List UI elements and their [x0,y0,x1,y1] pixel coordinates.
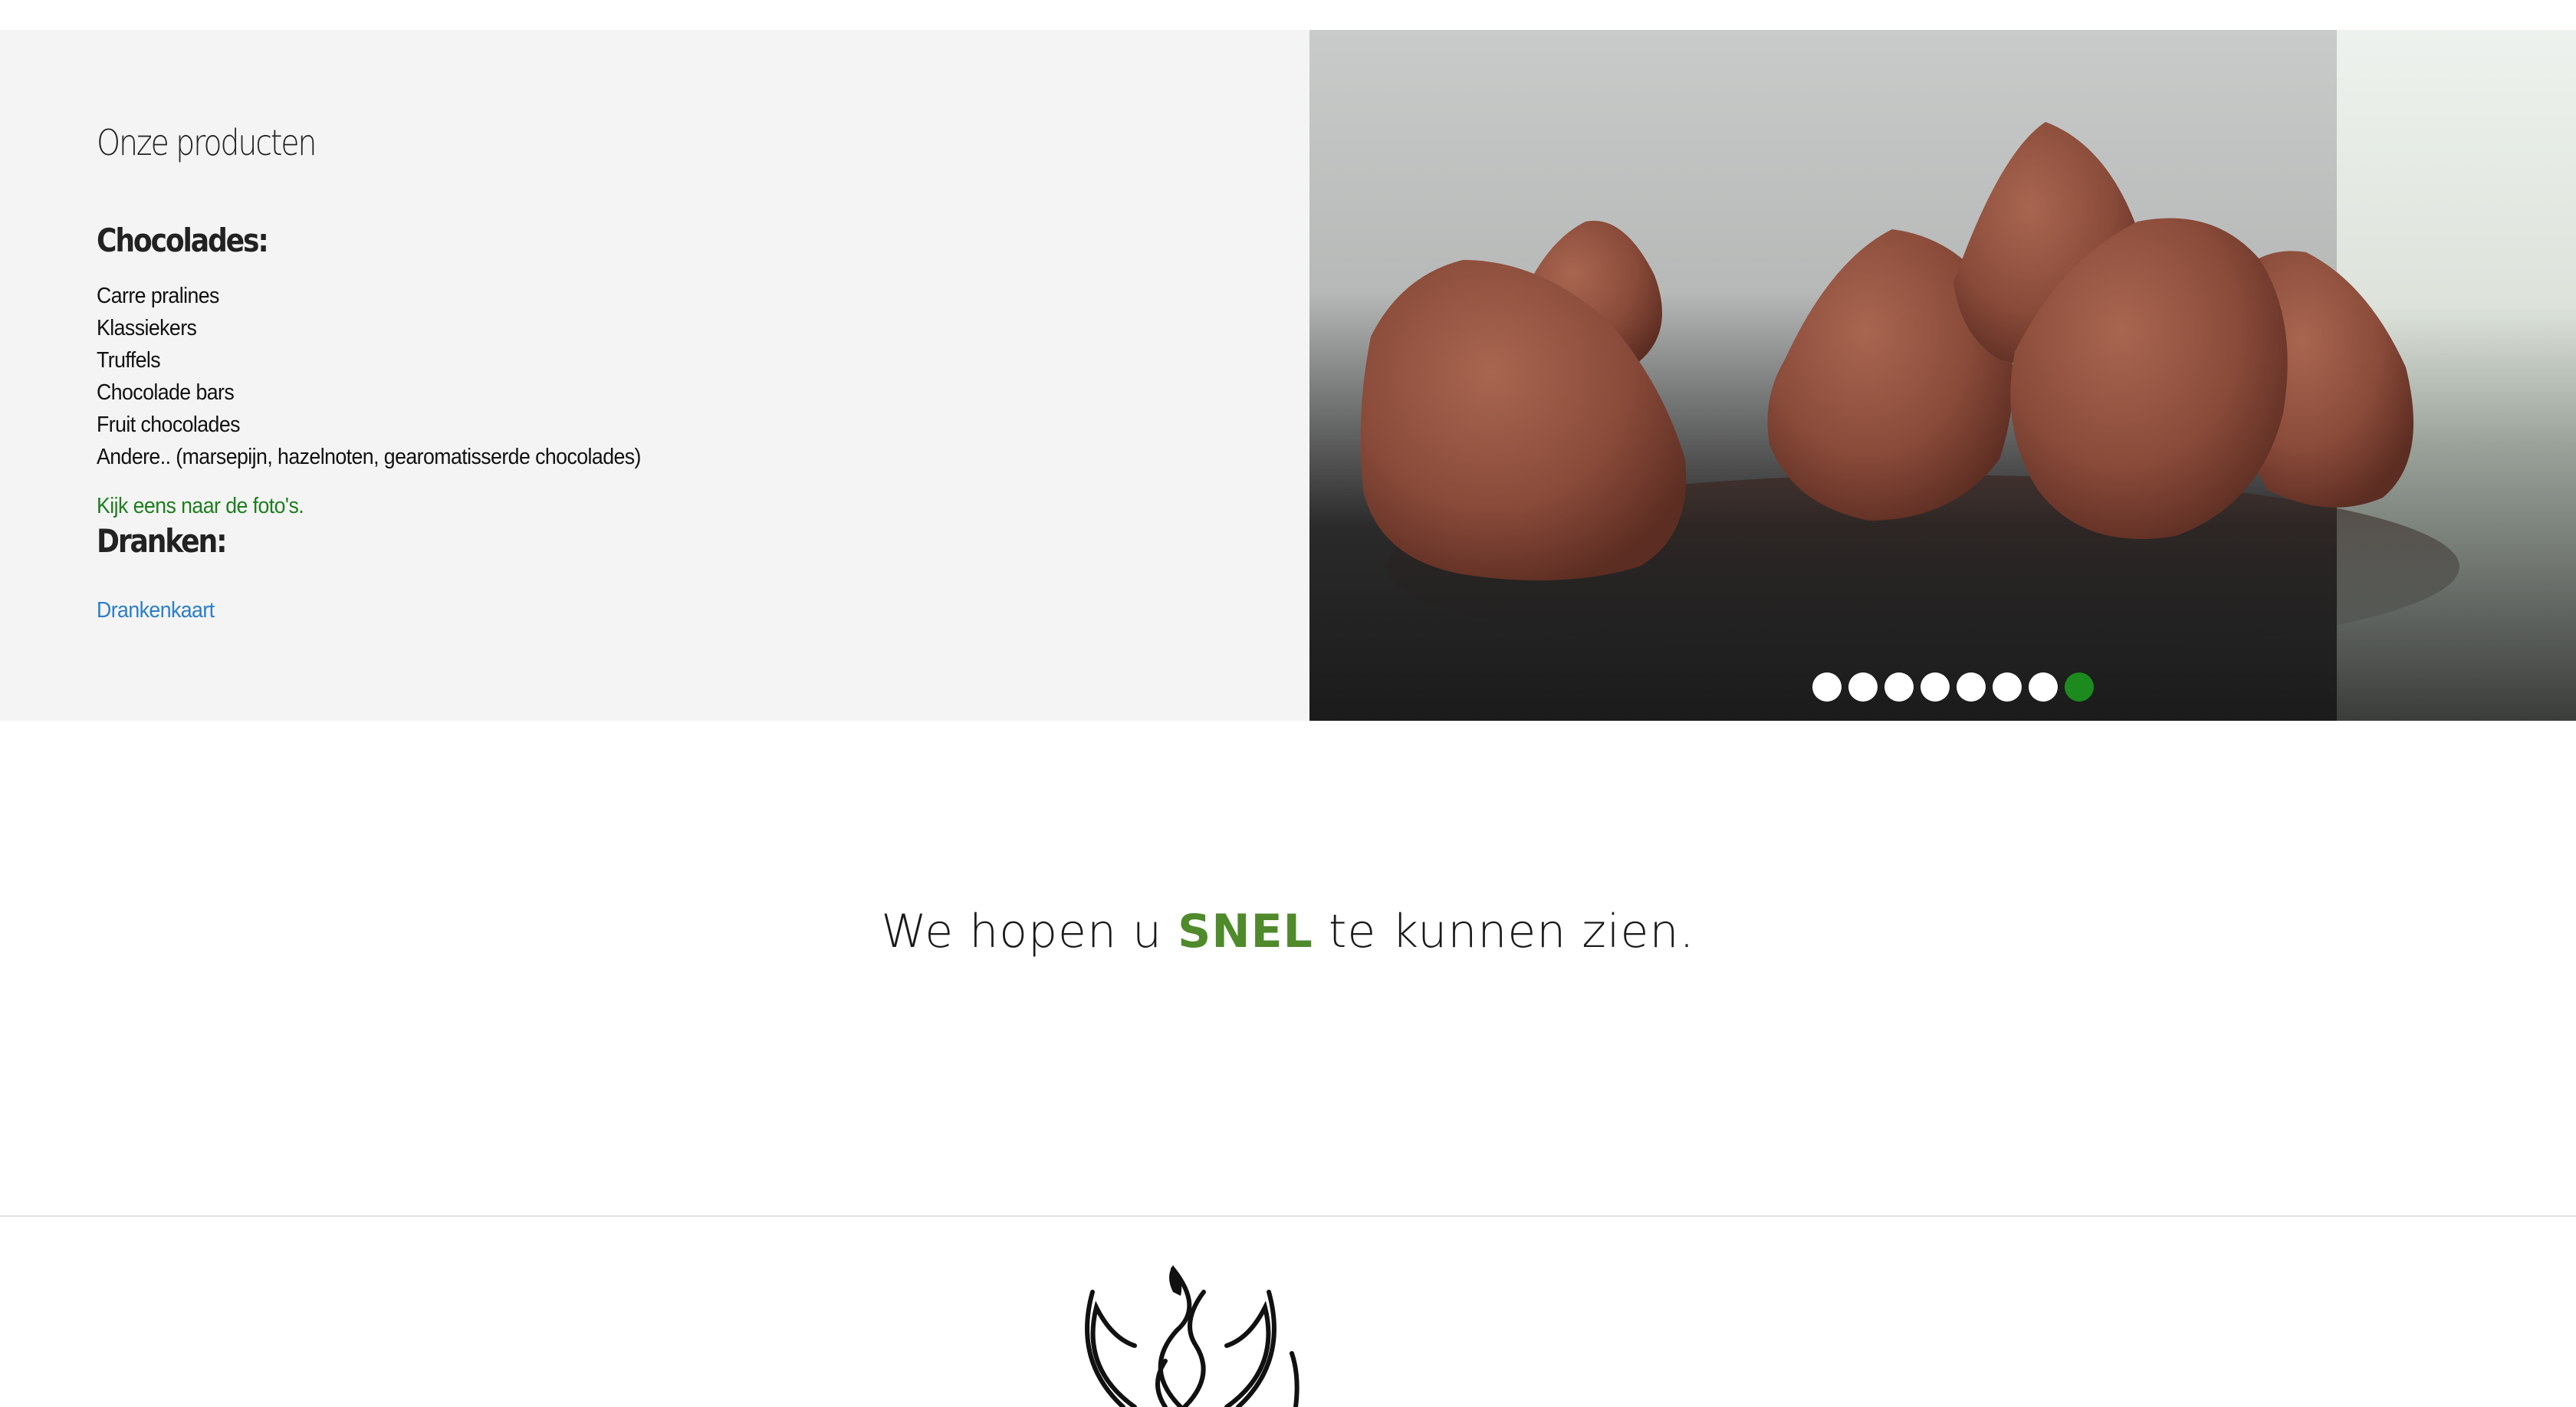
list-item: Truffels [97,348,161,373]
slider-dot[interactable] [1884,672,1914,702]
list-item: Carre pralines [97,284,219,308]
slider-dots [1812,672,2094,702]
tagline-after: te kunnen zien. [1313,905,1695,958]
slider-dot-active[interactable] [2065,672,2094,702]
chocolades-heading: Chocolades: [97,222,269,259]
chocolades-list: Carre pralines Klassiekers Truffels Choc… [97,280,688,473]
dranken-heading: Dranken: [97,522,228,560]
list-item: Klassiekers [97,316,197,340]
leaf-flame-logo [1085,1265,1300,1407]
photos-link[interactable]: Kijk eens naar de foto's. [97,490,304,522]
slider-dot[interactable] [2029,672,2058,702]
list-item: Andere.. (marsepijn, hazelnoten, gearoma… [97,445,641,469]
tagline-highlight: SNEL [1178,905,1313,958]
products-title: Onze producten [97,122,317,163]
products-panel: Onze producten Chocolades: Carre praline… [0,30,1309,721]
tagline-before: We hopen u [881,905,1178,958]
list-item: Fruit chocolades [97,413,240,437]
slider-dot[interactable] [1812,672,1842,702]
truffles-photo [1360,122,2459,659]
slider-dot[interactable] [1993,672,2022,702]
tagline: We hopen u SNEL te kunnen zien. [0,905,2576,958]
list-item: Chocolade bars [97,380,235,405]
drinks-menu-link[interactable]: Drankenkaart [97,594,215,626]
slider-dot[interactable] [1848,672,1878,702]
products-section: Onze producten Chocolades: Carre praline… [0,30,2576,721]
slider-dot[interactable] [1957,672,1986,702]
image-slider[interactable] [1309,30,2576,721]
slider-dot[interactable] [1921,672,1950,702]
footer-divider [0,1215,2576,1217]
